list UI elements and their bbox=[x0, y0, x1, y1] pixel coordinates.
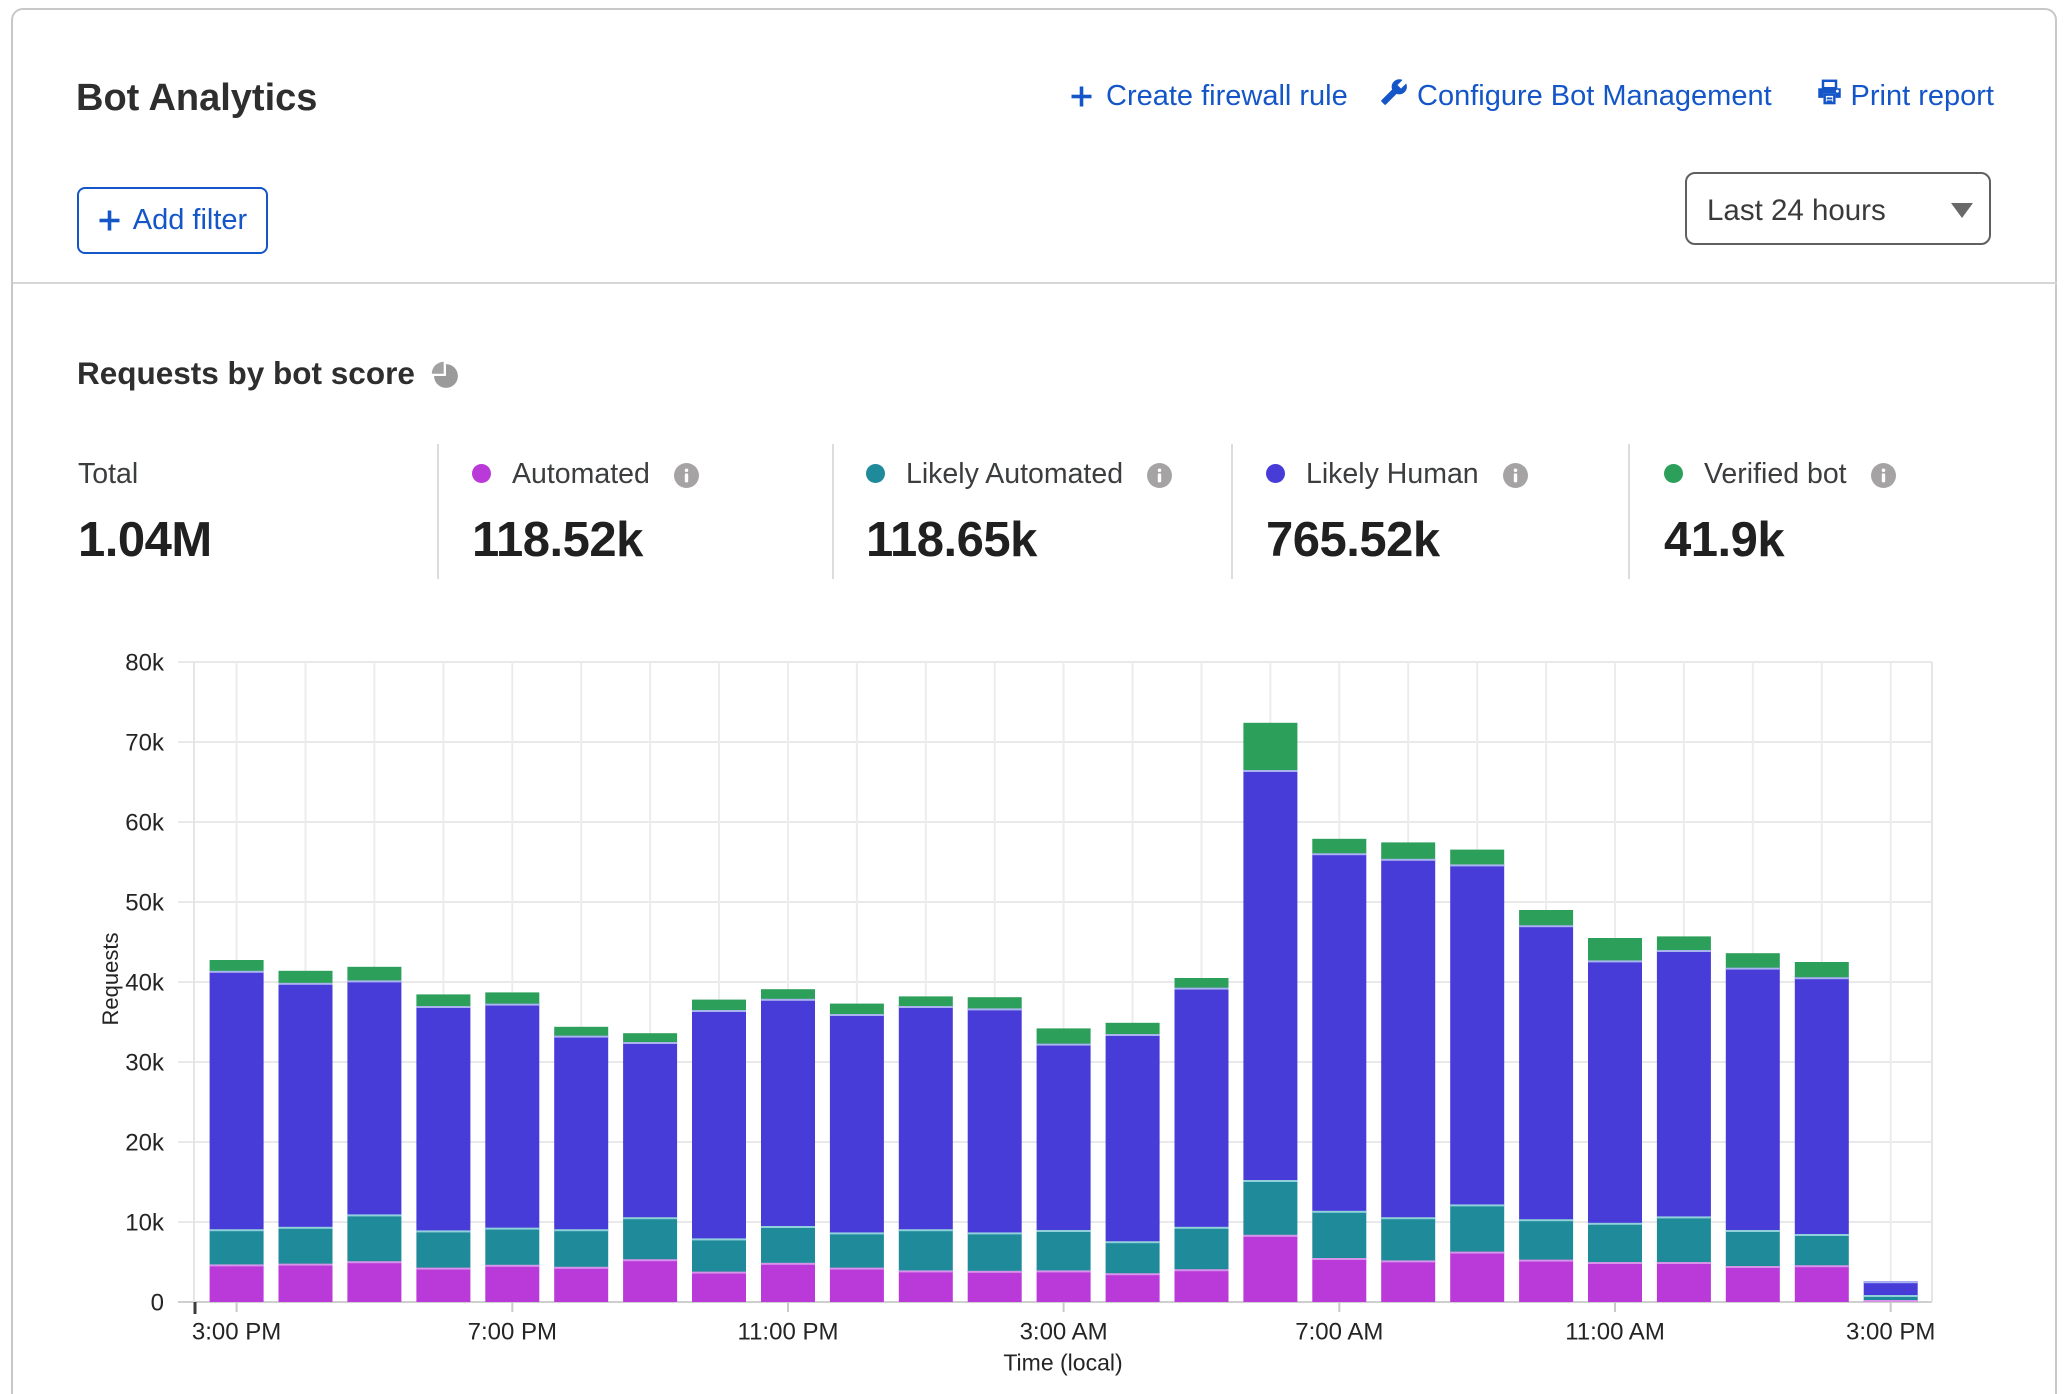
svg-text:20k: 20k bbox=[125, 1129, 165, 1156]
svg-text:3:00 AM: 3:00 AM bbox=[1020, 1319, 1108, 1346]
svg-text:30k: 30k bbox=[125, 1049, 165, 1076]
svg-text:Requests: Requests bbox=[98, 933, 123, 1026]
svg-text:60k: 60k bbox=[125, 809, 165, 836]
svg-text:80k: 80k bbox=[125, 649, 165, 676]
svg-text:11:00 AM: 11:00 AM bbox=[1565, 1319, 1665, 1346]
svg-text:Time (local): Time (local) bbox=[1003, 1350, 1122, 1376]
svg-text:3:00 PM: 3:00 PM bbox=[192, 1319, 281, 1346]
svg-text:3:00 PM: 3:00 PM bbox=[1846, 1319, 1935, 1346]
svg-text:0: 0 bbox=[151, 1289, 164, 1316]
svg-text:70k: 70k bbox=[125, 729, 165, 756]
svg-text:7:00 PM: 7:00 PM bbox=[468, 1319, 557, 1346]
svg-text:11:00 PM: 11:00 PM bbox=[738, 1319, 839, 1346]
svg-text:40k: 40k bbox=[125, 969, 165, 996]
svg-text:50k: 50k bbox=[125, 889, 165, 916]
svg-text:10k: 10k bbox=[125, 1209, 165, 1236]
svg-text:7:00 AM: 7:00 AM bbox=[1295, 1319, 1383, 1346]
